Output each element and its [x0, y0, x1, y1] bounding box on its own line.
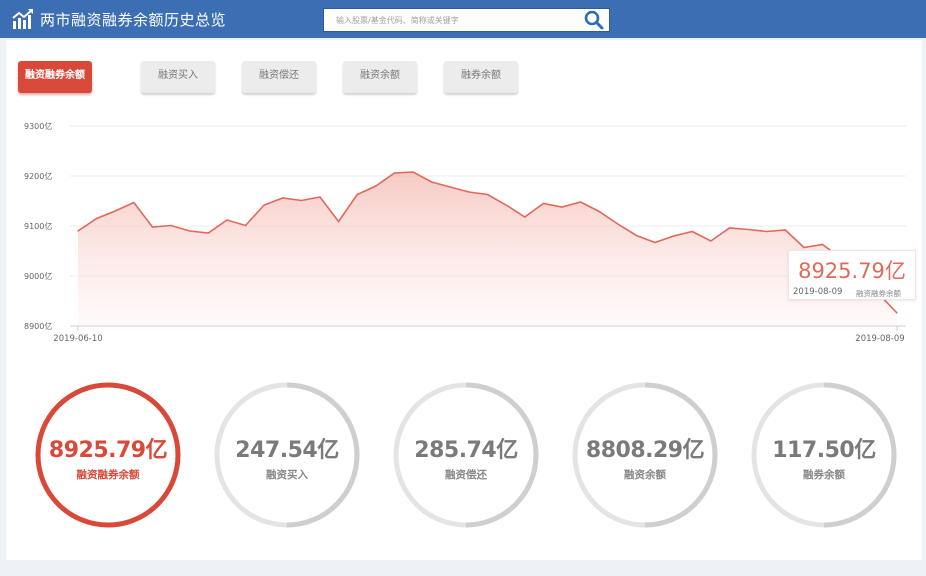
ring-label: 融券余额	[803, 469, 845, 481]
data-point	[300, 199, 302, 202]
ring-financing-repay[interactable]: 285.74亿 融资偿还	[392, 381, 540, 529]
data-point	[598, 210, 600, 213]
ring-label: 融资买入	[266, 469, 308, 481]
y-tick-label: 9300亿	[24, 121, 52, 131]
data-point	[263, 204, 265, 206]
ring-financing-buy[interactable]: 247.54亿 融资买入	[213, 381, 361, 529]
ring-value: 285.74亿	[414, 438, 518, 463]
ring-value: 117.50亿	[772, 438, 876, 463]
ring-securities-lending-balance[interactable]: 117.50亿 融券余额	[750, 381, 898, 529]
data-point	[356, 193, 358, 196]
data-point	[486, 193, 489, 196]
data-point	[673, 235, 675, 237]
data-point	[747, 228, 749, 231]
ring-label: 融资融券余额	[76, 469, 140, 481]
data-point	[207, 232, 209, 234]
data-point	[728, 227, 731, 229]
data-point	[579, 201, 582, 203]
data-point	[337, 220, 340, 223]
data-point	[449, 186, 451, 188]
data-point	[226, 219, 228, 221]
data-point	[244, 224, 247, 227]
ring-value: 8808.29亿	[585, 438, 705, 463]
data-tooltip: 8925.79亿 2019-08-09 融资融券余额	[788, 250, 916, 300]
tooltip-series-label: 融资融券余额	[856, 289, 901, 298]
y-tick-label: 9000亿	[24, 271, 52, 281]
data-point	[412, 171, 414, 173]
data-point	[393, 172, 396, 174]
data-point	[542, 202, 544, 205]
ring-margin-balance[interactable]: 8925.79亿 融资融券余额	[34, 381, 182, 529]
data-point	[431, 181, 433, 183]
data-point	[282, 197, 284, 199]
x-tick-label-start: 2019-06-10	[53, 334, 102, 344]
x-tick-label-end: 2019-08-09	[855, 334, 904, 344]
tooltip-value: 8925.79亿	[798, 259, 906, 283]
data-point	[505, 204, 507, 206]
data-point	[133, 201, 135, 204]
data-point	[77, 230, 79, 232]
data-point	[803, 246, 805, 249]
data-point	[561, 206, 563, 208]
balance-area-chart: 9300亿 9200亿 9100亿 9000亿 8900亿 2019-06-10 201…	[24, 121, 906, 344]
data-point	[170, 224, 172, 227]
data-point	[151, 226, 154, 228]
data-point	[691, 230, 693, 233]
data-point	[821, 243, 824, 246]
data-point	[766, 230, 768, 233]
ring-value: 247.54亿	[235, 438, 339, 463]
data-point	[635, 234, 638, 237]
data-point	[524, 216, 526, 218]
data-point	[319, 196, 321, 198]
ring-value: 8925.79亿	[48, 438, 168, 463]
data-point	[468, 191, 470, 193]
data-point	[189, 230, 191, 232]
y-tick-label: 8900亿	[24, 321, 52, 331]
y-tick-label: 9100亿	[24, 221, 52, 231]
data-point	[96, 217, 98, 220]
ring-financing-balance[interactable]: 8808.29亿 融资余额	[571, 381, 719, 529]
ring-label: 融资偿还	[445, 469, 487, 481]
tooltip-date: 2019-08-09	[793, 287, 843, 297]
data-point	[617, 223, 619, 225]
data-point	[375, 185, 377, 187]
data-point	[654, 241, 656, 244]
data-point	[710, 240, 712, 242]
data-point	[784, 229, 786, 231]
data-point	[896, 312, 898, 314]
y-tick-label: 9200亿	[24, 171, 52, 181]
data-point	[114, 210, 116, 212]
ring-label: 融资余额	[624, 469, 666, 481]
